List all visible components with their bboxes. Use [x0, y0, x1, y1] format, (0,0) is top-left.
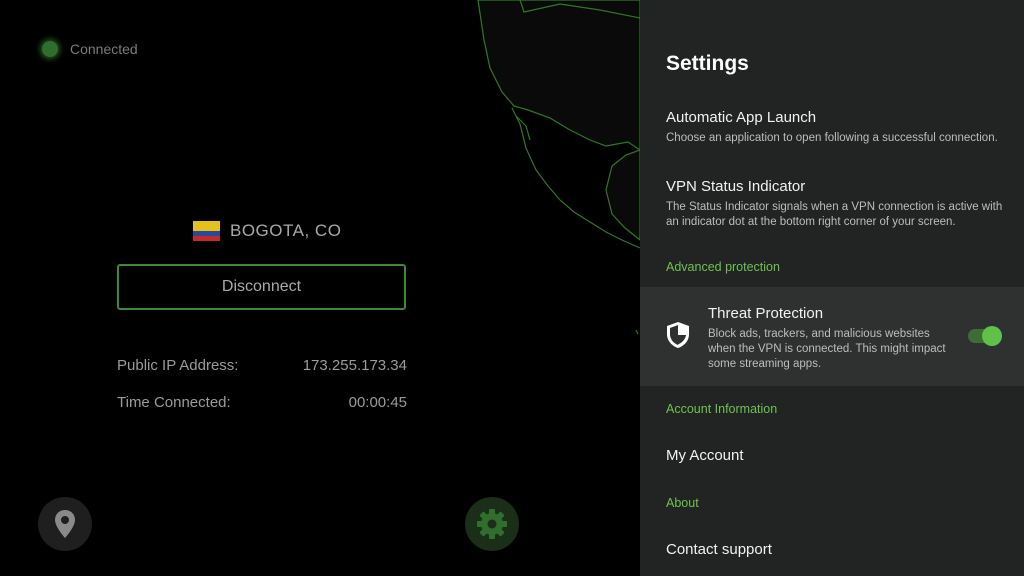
- section-about: About: [666, 496, 699, 510]
- location-name: BOGOTA, CO: [230, 221, 342, 240]
- public-ip-row: Public IP Address: 173.255.173.34: [117, 357, 407, 374]
- location-pin-icon: [55, 510, 75, 538]
- location-button[interactable]: [38, 497, 92, 551]
- contact-support-item[interactable]: Contact support: [666, 541, 772, 558]
- disconnect-button[interactable]: Disconnect: [117, 264, 406, 310]
- vpn-status-indicator-title[interactable]: VPN Status Indicator: [666, 178, 805, 195]
- toggle-knob: [982, 326, 1002, 346]
- section-advanced-protection: Advanced protection: [666, 260, 780, 274]
- shield-icon: [667, 322, 689, 348]
- public-ip-label: Public IP Address:: [117, 357, 239, 374]
- threat-protection-title: Threat Protection: [708, 305, 824, 322]
- gear-icon: [477, 509, 507, 539]
- auto-app-launch-title[interactable]: Automatic App Launch: [666, 109, 816, 126]
- my-account-item[interactable]: My Account: [666, 447, 744, 464]
- connection-status: Connected: [42, 41, 138, 57]
- colombia-flag-icon: [193, 221, 220, 241]
- auto-app-launch-desc: Choose an application to open following …: [666, 132, 998, 144]
- public-ip-value: 173.255.173.34: [302, 357, 407, 374]
- settings-panel: Settings Automatic App Launch Choose an …: [640, 0, 1024, 576]
- threat-protection-item[interactable]: Threat Protection Block ads, trackers, a…: [640, 287, 1024, 386]
- location: BOGOTA, CO: [193, 221, 341, 241]
- section-account-information: Account Information: [666, 402, 778, 416]
- threat-protection-desc: Block ads, trackers, and malicious websi…: [708, 328, 946, 370]
- time-connected-label: Time Connected:: [117, 394, 231, 411]
- settings-button[interactable]: [465, 497, 519, 551]
- settings-title: Settings: [666, 52, 749, 75]
- vpn-status-indicator-desc: The Status Indicator signals when a VPN …: [666, 201, 1003, 228]
- time-connected-row: Time Connected: 00:00:45: [117, 394, 407, 411]
- status-text: Connected: [70, 41, 138, 57]
- status-dot-icon: [42, 41, 58, 57]
- threat-protection-toggle[interactable]: [968, 326, 1002, 346]
- time-connected-value: 00:00:45: [348, 394, 407, 411]
